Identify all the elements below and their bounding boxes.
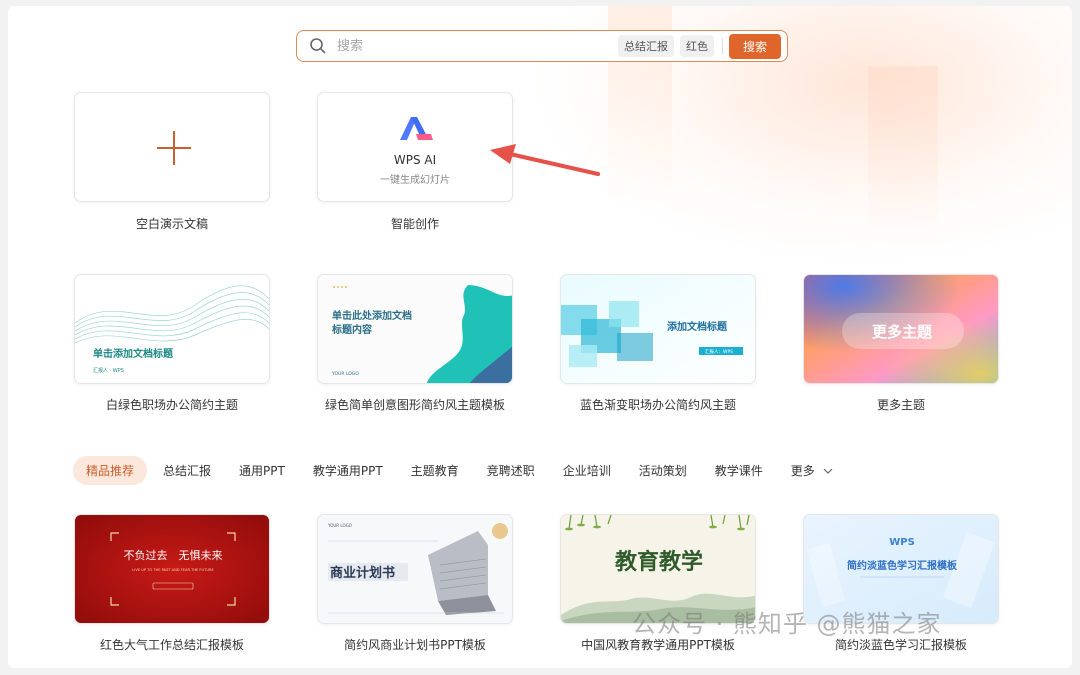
template-thumb-logo: YOUR LOGO [327,523,352,528]
tab-summary-report[interactable]: 总结汇报 [163,462,211,479]
theme-card[interactable]: 添加文档标题 汇报人：WPS [560,274,756,384]
theme-thumbnail: 单击添加文档标题 汇报人 · WPS [75,275,269,383]
theme-thumbnail: 单击此处添加文档标题内容 YOUR LOGO [318,275,512,383]
theme-thumbnail: 更多主题 [804,275,998,383]
watermark: 公众号 · 熊知乎 @熊猫之家 [632,610,942,638]
tab-event-planning[interactable]: 活动策划 [639,462,687,479]
theme-card[interactable]: 单击此处添加文档标题内容 YOUR LOGO [317,274,513,384]
template-thumb-title: 不负过去 无惧未来 [124,548,223,562]
wps-ai-subtitle: 一键生成幻灯片 [380,175,450,186]
template-thumb-title: 简约淡蓝色学习汇报模板 [847,559,958,572]
blank-presentation-label: 空白演示文稿 [135,217,208,231]
tab-more-label: 更多 [790,464,815,478]
template-card[interactable]: 不负过去 无惧未来 LIVE UP TO THE PAST AND FEAR T… [74,514,270,624]
search-suggestion-chip[interactable]: 总结汇报 [617,35,674,57]
theme-thumb-title: 添加文档标题 [667,320,728,333]
theme-thumb-subtitle: YOUR LOGO [331,371,359,377]
app-window: 总结汇报 红色 搜索 空白演示文稿 WPS AI 一键生成幻灯片 智能创作 [8,6,1072,668]
search-bar: 总结汇报 红色 搜索 [296,30,788,62]
more-themes-text: 更多主题 [872,323,933,341]
search-input[interactable] [335,37,618,55]
theme-label: 白绿色职场办公简约主题 [105,398,238,412]
tab-general-ppt[interactable]: 通用PPT [239,462,285,479]
theme-thumb-title: 单击添加文档标题 [93,347,174,360]
search-icon [310,38,326,54]
annotation-arrow-icon [490,144,600,176]
tab-teaching-ppt[interactable]: 教学通用PPT [313,462,383,479]
template-thumb-title: 教育教学 [615,549,703,575]
tab-more[interactable]: 更多 [791,462,833,479]
theme-thumbnail: 添加文档标题 汇报人：WPS [561,275,755,383]
more-themes-label: 更多主题 [876,398,925,412]
theme-label: 蓝色渐变职场办公简约风主题 [579,398,736,412]
tab-featured[interactable]: 精品推荐 [73,456,148,485]
wps-ai-title: WPS AI [393,153,437,167]
template-label: 简约风商业计划书PPT模板 [344,638,486,652]
smart-create-label: 智能创作 [390,217,439,231]
tab-theme-education[interactable]: 主题教育 [411,462,459,479]
theme-thumb-subtitle: 汇报人 · WPS [93,367,124,374]
blank-presentation-card[interactable] [74,92,270,202]
wps-logo-icon: WPS [889,537,915,548]
template-thumb-title: 商业计划书 [330,565,395,581]
tab-corporate-training[interactable]: 企业培训 [563,462,611,479]
template-label: 红色大气工作总结汇报模板 [99,638,244,652]
theme-thumb-subtitle: 汇报人：WPS [705,348,733,355]
template-thumbnail: 不负过去 无惧未来 LIVE UP TO THE PAST AND FEAR T… [75,515,269,623]
wps-ai-card[interactable]: WPS AI 一键生成幻灯片 [317,92,513,202]
tab-job-report[interactable]: 竞聘述职 [487,462,535,479]
search-button[interactable]: 搜索 [728,33,781,59]
category-tabs: 精品推荐 总结汇报 通用PPT 教学通用PPT 主题教育 竞聘述职 企业培训 活… [73,456,833,485]
template-thumbnail: YOUR LOGO 商业计划书 [318,515,512,623]
wps-ai-logo-icon [400,117,433,140]
template-thumb-subtitle: LIVE UP TO THE PAST AND FEAR THE FUTURE [132,568,214,572]
search-suggestion-chip[interactable]: 红色 [679,35,714,57]
template-card[interactable]: YOUR LOGO 商业计划书 [317,514,513,624]
theme-label: 绿色简单创意图形简约风主题模板 [324,398,505,412]
tab-courseware[interactable]: 教学课件 [715,462,763,479]
chevron-down-icon [823,468,833,474]
more-themes-card[interactable]: 更多主题 [803,274,999,384]
theme-card[interactable]: 单击添加文档标题 汇报人 · WPS [74,274,270,384]
